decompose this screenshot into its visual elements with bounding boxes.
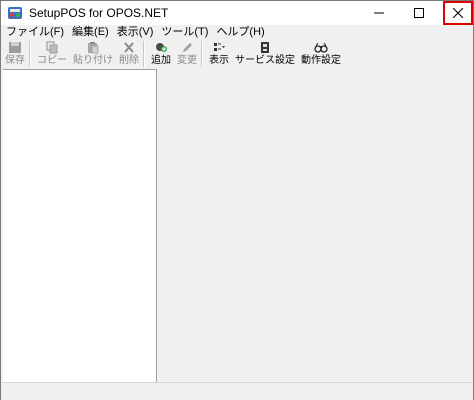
edit-icon <box>183 43 192 52</box>
title-bar[interactable]: SetupPOS for OPOS.NET <box>1 1 473 25</box>
menu-file[interactable]: ファイル(F) <box>3 25 67 39</box>
menu-help[interactable]: ヘルプ(H) <box>213 25 267 39</box>
delete-label: 削除 <box>119 55 139 66</box>
save-button[interactable]: 保存 <box>3 39 27 69</box>
add-icon <box>156 43 167 52</box>
maximize-button[interactable] <box>399 1 439 25</box>
status-bar <box>1 382 473 400</box>
operation-settings-button[interactable]: 動作設定 <box>299 39 343 69</box>
save-label: 保存 <box>5 55 25 66</box>
view-icon <box>214 43 225 51</box>
view-label: 表示 <box>209 55 229 66</box>
close-icon <box>453 8 463 18</box>
delete-button[interactable]: 削除 <box>117 39 141 69</box>
tree-view-pane[interactable] <box>3 69 157 382</box>
window-controls <box>359 1 473 25</box>
service-settings-label: サービス設定 <box>235 55 295 66</box>
maximize-icon <box>414 8 424 18</box>
app-window: SetupPOS for OPOS.NET ファイル(F) 編集(E) 表示(V… <box>0 0 474 400</box>
toolbar-separator <box>143 41 145 67</box>
copy-label: コピー <box>37 55 67 66</box>
view-button[interactable]: 表示 <box>207 39 231 69</box>
close-button[interactable] <box>443 1 473 25</box>
delete-icon <box>124 42 134 53</box>
operation-settings-label: 動作設定 <box>301 55 341 66</box>
minimize-button[interactable] <box>359 1 399 25</box>
add-button[interactable]: 追加 <box>149 39 173 69</box>
toolbar-separator <box>201 41 203 67</box>
change-button[interactable]: 変更 <box>175 39 199 69</box>
service-settings-button[interactable]: サービス設定 <box>233 39 297 69</box>
detail-pane <box>158 69 473 381</box>
paste-icon <box>88 42 99 54</box>
paste-label: 貼り付け <box>73 55 113 66</box>
save-icon <box>9 42 21 53</box>
menu-edit[interactable]: 編集(E) <box>69 25 112 39</box>
change-label: 変更 <box>177 55 197 66</box>
toolbar-separator <box>29 41 31 67</box>
add-label: 追加 <box>151 55 171 66</box>
window-title: SetupPOS for OPOS.NET <box>29 6 169 20</box>
copy-button[interactable]: コピー <box>35 39 69 69</box>
toolbar: 保存 コピー 貼り付け 削除 追加 変更 表示 サービス設定 動作設定 <box>1 39 473 69</box>
paste-button[interactable]: 貼り付け <box>71 39 115 69</box>
minimize-icon <box>374 12 384 14</box>
menu-bar: ファイル(F) 編集(E) 表示(V) ツール(T) ヘルプ(H) <box>1 25 473 39</box>
menu-view[interactable]: 表示(V) <box>114 25 157 39</box>
app-logo-icon <box>8 7 22 19</box>
service-settings-icon <box>261 42 269 53</box>
glasses-icon <box>314 42 328 53</box>
menu-tools[interactable]: ツール(T) <box>158 25 211 39</box>
copy-icon <box>46 41 58 54</box>
